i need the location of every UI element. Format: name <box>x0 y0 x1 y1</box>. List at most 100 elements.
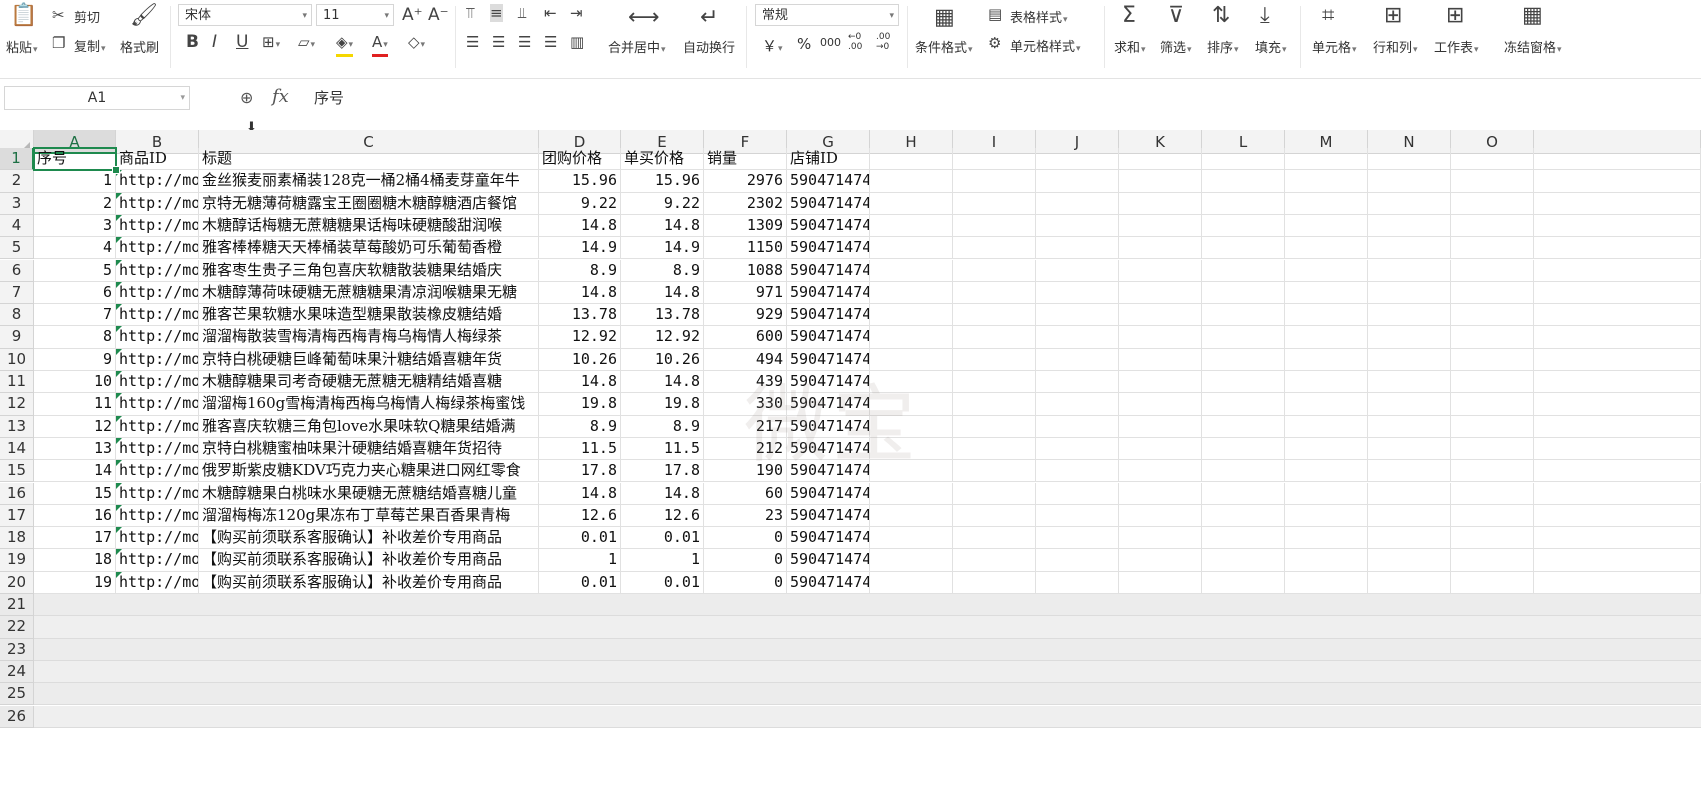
data-cell-g[interactable]: 590471474 <box>787 304 870 327</box>
data-cell-c[interactable]: 木糖醇糖果白桃味水果硬糖无蔗糖结婚喜糖儿童 <box>199 482 539 505</box>
cell[interactable] <box>1202 482 1285 505</box>
data-cell-e[interactable]: 15.96 <box>621 170 704 193</box>
data-cell-f[interactable]: 1309 <box>704 214 787 238</box>
data-cell-f[interactable]: 217 <box>704 415 787 438</box>
data-cell-g[interactable]: 590471474 <box>787 326 870 349</box>
cell[interactable] <box>1534 192 1701 215</box>
data-cell-d[interactable]: 14.8 <box>539 482 621 505</box>
cell[interactable] <box>1036 393 1119 416</box>
cell[interactable] <box>1036 281 1119 305</box>
align-middle-icon[interactable]: ≡ <box>490 4 503 22</box>
cell[interactable] <box>1036 304 1119 327</box>
data-cell-g[interactable]: 590471474 <box>787 460 870 483</box>
data-cell-f[interactable]: 1150 <box>704 237 787 260</box>
data-cell-e[interactable]: 10.26 <box>621 348 704 371</box>
cell[interactable] <box>1285 482 1368 505</box>
cell[interactable] <box>1451 393 1534 416</box>
data-cell-a[interactable]: 8 <box>34 326 116 349</box>
cell[interactable] <box>1534 393 1701 416</box>
data-cell-b[interactable]: http://mob <box>116 192 199 215</box>
number-format-select[interactable]: 常规 ▾ <box>755 4 899 26</box>
data-cell-d[interactable]: 14.8 <box>539 214 621 238</box>
data-cell-c[interactable]: 京特白桃硬糖巨峰葡萄味果汁糖结婚喜糖年货 <box>199 348 539 371</box>
cell[interactable] <box>1036 259 1119 282</box>
cell[interactable] <box>953 527 1036 550</box>
cell[interactable] <box>1451 571 1534 594</box>
data-cell-e[interactable]: 9.22 <box>621 192 704 215</box>
cell[interactable] <box>1036 326 1119 349</box>
data-cell-g[interactable]: 590471474 <box>787 482 870 505</box>
cell[interactable] <box>953 259 1036 282</box>
data-cell-a[interactable]: 12 <box>34 415 116 438</box>
worksheet-icon[interactable]: ⊞ <box>1446 4 1464 28</box>
cell[interactable] <box>870 527 953 550</box>
data-cell-c[interactable]: 溜溜梅160g雪梅清梅西梅乌梅情人梅绿茶梅蜜饯 <box>199 393 539 416</box>
cell[interactable] <box>870 237 953 260</box>
cell[interactable] <box>1451 281 1534 305</box>
data-cell-d[interactable]: 11.5 <box>539 437 621 461</box>
cell[interactable] <box>1202 148 1285 171</box>
cell-style-button[interactable]: 单元格样式▾ <box>1010 36 1081 55</box>
data-cell-d[interactable]: 0.01 <box>539 571 621 594</box>
cell[interactable] <box>1368 326 1451 349</box>
cell[interactable] <box>870 393 953 416</box>
header-cell-b[interactable]: 商品ID <box>116 148 199 171</box>
row-header-17[interactable]: 17 <box>0 504 34 528</box>
data-cell-f[interactable]: 494 <box>704 348 787 371</box>
fill-style-icon[interactable]: ▱▾ <box>298 33 315 54</box>
cell[interactable] <box>1202 259 1285 282</box>
cell[interactable] <box>1119 415 1202 438</box>
cell[interactable] <box>1285 527 1368 550</box>
row-header-16[interactable]: 16 <box>0 482 34 505</box>
data-cell-d[interactable]: 15.96 <box>539 170 621 193</box>
cell[interactable] <box>1285 259 1368 282</box>
data-cell-g[interactable]: 590471474 <box>787 437 870 461</box>
align-top-icon[interactable]: ⫪ <box>466 4 474 22</box>
cell[interactable] <box>1451 371 1534 394</box>
cell[interactable] <box>1368 504 1451 528</box>
data-cell-e[interactable]: 14.8 <box>621 371 704 394</box>
data-cell-e[interactable]: 8.9 <box>621 415 704 438</box>
cell[interactable] <box>1119 371 1202 394</box>
cell[interactable] <box>1451 148 1534 171</box>
cell[interactable] <box>1202 460 1285 483</box>
conditional-format-icon[interactable]: ▦ <box>934 6 955 30</box>
cell[interactable] <box>870 326 953 349</box>
data-cell-f[interactable]: 23 <box>704 504 787 528</box>
data-cell-a[interactable]: 14 <box>34 460 116 483</box>
italic-icon[interactable]: I <box>212 33 217 51</box>
row-header-20[interactable]: 20 <box>0 571 34 594</box>
cell[interactable] <box>870 214 953 238</box>
paste-icon[interactable]: 📋 <box>10 4 37 28</box>
cell[interactable] <box>870 437 953 461</box>
row-header-12[interactable]: 12 <box>0 393 34 416</box>
justify-icon[interactable]: ☰ <box>544 33 557 51</box>
header-cell-c[interactable]: 标题 <box>199 148 539 171</box>
data-cell-b[interactable]: http://mob <box>116 348 199 371</box>
data-cell-g[interactable]: 590471474 <box>787 281 870 305</box>
cell[interactable] <box>1036 527 1119 550</box>
cell[interactable] <box>870 148 953 171</box>
cell[interactable] <box>1285 549 1368 572</box>
data-cell-c[interactable]: 雅客芒果软糖水果味造型糖果散装橡皮糖结婚 <box>199 304 539 327</box>
distributed-icon[interactable]: ▥ <box>570 33 584 51</box>
cell[interactable] <box>1368 527 1451 550</box>
cell[interactable] <box>1036 504 1119 528</box>
merge-center-button[interactable]: 合并居中▾ <box>608 37 666 56</box>
cell[interactable] <box>1368 571 1451 594</box>
cell[interactable] <box>1285 371 1368 394</box>
cell[interactable] <box>1534 527 1701 550</box>
font-color-icon[interactable]: A▾ <box>372 33 388 57</box>
cell[interactable] <box>1451 259 1534 282</box>
cell[interactable] <box>1202 527 1285 550</box>
row-header-24[interactable]: 24 <box>0 660 34 684</box>
rows-cols-icon[interactable]: ⊞ <box>1384 4 1402 28</box>
cell[interactable] <box>1285 460 1368 483</box>
cell[interactable] <box>1036 348 1119 371</box>
cell[interactable] <box>1119 549 1202 572</box>
cell[interactable] <box>1451 348 1534 371</box>
cut-icon[interactable]: ✂ <box>52 6 65 24</box>
data-cell-e[interactable]: 12.92 <box>621 326 704 349</box>
cell[interactable] <box>1119 148 1202 171</box>
cell[interactable] <box>1451 304 1534 327</box>
